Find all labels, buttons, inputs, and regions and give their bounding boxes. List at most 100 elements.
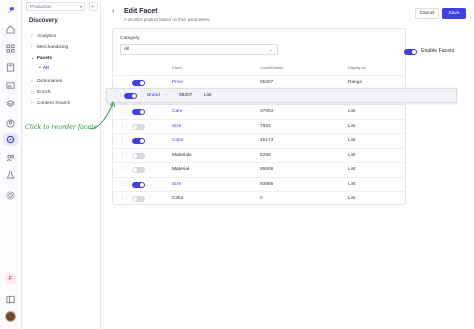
column-header-count: Count/Details bbox=[260, 66, 283, 70]
facet-toggle[interactable] bbox=[132, 153, 145, 159]
table-row[interactable]: ⋮⋮ Color 0 List bbox=[112, 191, 406, 205]
table-row[interactable]: ⋮⋮ Materials 5295 List bbox=[112, 148, 406, 162]
sidebar-item-content-search[interactable]: › Content Search bbox=[31, 100, 70, 106]
dragging-row[interactable]: ⋮⋮ Brand ··· 95207 List bbox=[106, 88, 457, 103]
facet-display: List bbox=[348, 109, 356, 114]
table-row[interactable]: ⋮⋮ Price 95207 Range bbox=[112, 75, 406, 89]
facet-count: 95207 bbox=[260, 80, 274, 85]
collapse-sidebar-button[interactable]: ⇤ bbox=[89, 2, 98, 11]
sidebar-item-label: Dictionaries bbox=[37, 79, 63, 84]
page-title: Edit Facet bbox=[124, 8, 158, 15]
column-header-facet: Facet bbox=[172, 66, 182, 70]
table-row[interactable]: ⋮⋮ Size 7893 List bbox=[112, 119, 406, 133]
panel-toggle-icon[interactable] bbox=[5, 294, 16, 305]
section-title: Discovery bbox=[29, 18, 58, 24]
facet-name[interactable]: Color bbox=[172, 196, 183, 201]
drag-handle-icon[interactable]: ⋮⋮ bbox=[113, 92, 123, 98]
active-dot-icon: • bbox=[39, 66, 41, 71]
facet-name[interactable]: Size bbox=[172, 182, 181, 187]
facet-name[interactable]: Price bbox=[172, 80, 183, 85]
facet-count: 7893 bbox=[260, 124, 271, 129]
grid-icon[interactable] bbox=[5, 43, 16, 54]
column-header-display: Display as bbox=[348, 66, 366, 70]
user-circle-icon[interactable] bbox=[5, 118, 16, 129]
save-button[interactable]: Save bbox=[442, 8, 466, 19]
facet-count: 86606 bbox=[260, 167, 274, 172]
facet-name[interactable]: Color bbox=[172, 138, 183, 143]
category-value: All bbox=[124, 47, 130, 52]
facet-display: List bbox=[348, 196, 356, 201]
book-icon[interactable] bbox=[5, 62, 16, 73]
drag-handle-icon[interactable]: ⋮⋮ bbox=[120, 108, 129, 114]
gear-icon[interactable] bbox=[5, 190, 16, 201]
drag-handle-icon[interactable]: ⋮⋮ bbox=[120, 79, 129, 85]
flask-icon[interactable] bbox=[5, 169, 16, 180]
collapse-icon: ⇤ bbox=[91, 3, 96, 10]
category-select[interactable]: All ⌄ bbox=[120, 44, 278, 55]
enable-facets-label: Enable Facets bbox=[421, 48, 455, 54]
facet-toggle[interactable] bbox=[132, 80, 145, 86]
sidebar-item-label: Merchandising bbox=[37, 45, 69, 50]
users-icon[interactable] bbox=[5, 152, 16, 163]
sidebar-item-label: Enrich bbox=[37, 90, 51, 95]
facet-toggle[interactable] bbox=[132, 124, 145, 130]
facet-toggle[interactable] bbox=[132, 109, 145, 115]
chevron-down-icon: ⌄ bbox=[268, 47, 273, 53]
chevron-down-icon: ▾ bbox=[79, 4, 82, 9]
image-icon[interactable] bbox=[5, 80, 16, 91]
facet-toggle[interactable] bbox=[132, 182, 145, 188]
facet-display: List bbox=[348, 138, 356, 143]
nav-panel: Production ▾ ⇤ Discovery › Analytics › Mer… bbox=[22, 0, 101, 329]
sidebar-item-label: Analytics bbox=[37, 34, 57, 39]
category-label: Category bbox=[120, 36, 140, 41]
drag-handle-icon[interactable]: ⋮⋮ bbox=[120, 181, 129, 187]
facet-name[interactable]: Care bbox=[172, 109, 182, 114]
facet-display: List bbox=[348, 167, 356, 172]
layers-icon[interactable] bbox=[5, 98, 16, 109]
sidebar-item-facets[interactable]: ⌄ Facets bbox=[31, 55, 52, 61]
facet-display: List bbox=[348, 153, 356, 158]
facet-toggle[interactable] bbox=[132, 167, 145, 173]
table-row[interactable]: ⋮⋮ Color 45174 List bbox=[112, 133, 406, 147]
facet-count: 45174 bbox=[260, 138, 274, 143]
table-row[interactable]: ⋮⋮ Care 37953 List bbox=[112, 104, 406, 118]
facet-display: Range bbox=[348, 80, 363, 85]
facet-toggle[interactable] bbox=[132, 196, 145, 202]
facet-count: 5295 bbox=[260, 153, 271, 158]
sidebar-item-dictionaries[interactable]: › Dictionaries bbox=[31, 78, 62, 84]
drag-handle-icon[interactable]: ⋮⋮ bbox=[120, 137, 129, 143]
environment-select[interactable]: Production ▾ bbox=[26, 2, 85, 11]
page-subtitle: A shortlist product based on their param… bbox=[124, 17, 211, 22]
discovery-icon[interactable] bbox=[3, 133, 18, 146]
facet-toggle[interactable] bbox=[124, 93, 137, 99]
facet-name[interactable]: Brand bbox=[147, 93, 160, 98]
home-icon[interactable] bbox=[5, 24, 16, 35]
sidebar-item-label: Content Search bbox=[37, 101, 71, 106]
sidebar-item-enrich[interactable]: › Enrich bbox=[31, 89, 51, 95]
table-row[interactable]: ⋮⋮ Size 93866 List bbox=[112, 177, 406, 191]
sidebar-item-label: Facets bbox=[37, 56, 53, 61]
drag-handle-icon[interactable]: ⋮⋮ bbox=[120, 166, 129, 172]
back-arrow-icon[interactable]: ‹ bbox=[112, 8, 114, 15]
cancel-button[interactable]: Cancel bbox=[415, 8, 439, 19]
sidebar-item-analytics[interactable]: › Analytics bbox=[31, 33, 56, 39]
sidebar-subitem-all[interactable]: • All bbox=[39, 66, 49, 71]
enable-facets-control: Enable Facets bbox=[404, 48, 469, 56]
more-icon[interactable]: ··· bbox=[163, 92, 168, 98]
workspace-badge[interactable]: F bbox=[5, 273, 16, 284]
logo-icon[interactable] bbox=[5, 5, 16, 16]
drag-handle-icon[interactable]: ⋮⋮ bbox=[120, 152, 129, 158]
drag-handle-icon[interactable]: ⋮⋮ bbox=[120, 123, 129, 129]
drag-handle-icon[interactable]: ⋮⋮ bbox=[120, 195, 129, 201]
sidebar-subitem-label: All bbox=[42, 66, 49, 71]
sidebar-item-merchandising[interactable]: › Merchandising bbox=[31, 44, 68, 50]
avatar[interactable] bbox=[5, 311, 16, 322]
table-row[interactable]: ⋮⋮ Material 86606 List bbox=[112, 162, 406, 176]
facet-name[interactable]: Materials bbox=[172, 153, 191, 158]
facet-toggle[interactable] bbox=[132, 138, 145, 144]
icon-rail: F bbox=[0, 0, 22, 329]
facet-name[interactable]: Size bbox=[172, 124, 181, 129]
reorder-annotation: Click to reorder facets bbox=[25, 124, 97, 131]
enable-facets-toggle[interactable] bbox=[404, 49, 417, 55]
facet-name[interactable]: Material bbox=[172, 167, 189, 172]
